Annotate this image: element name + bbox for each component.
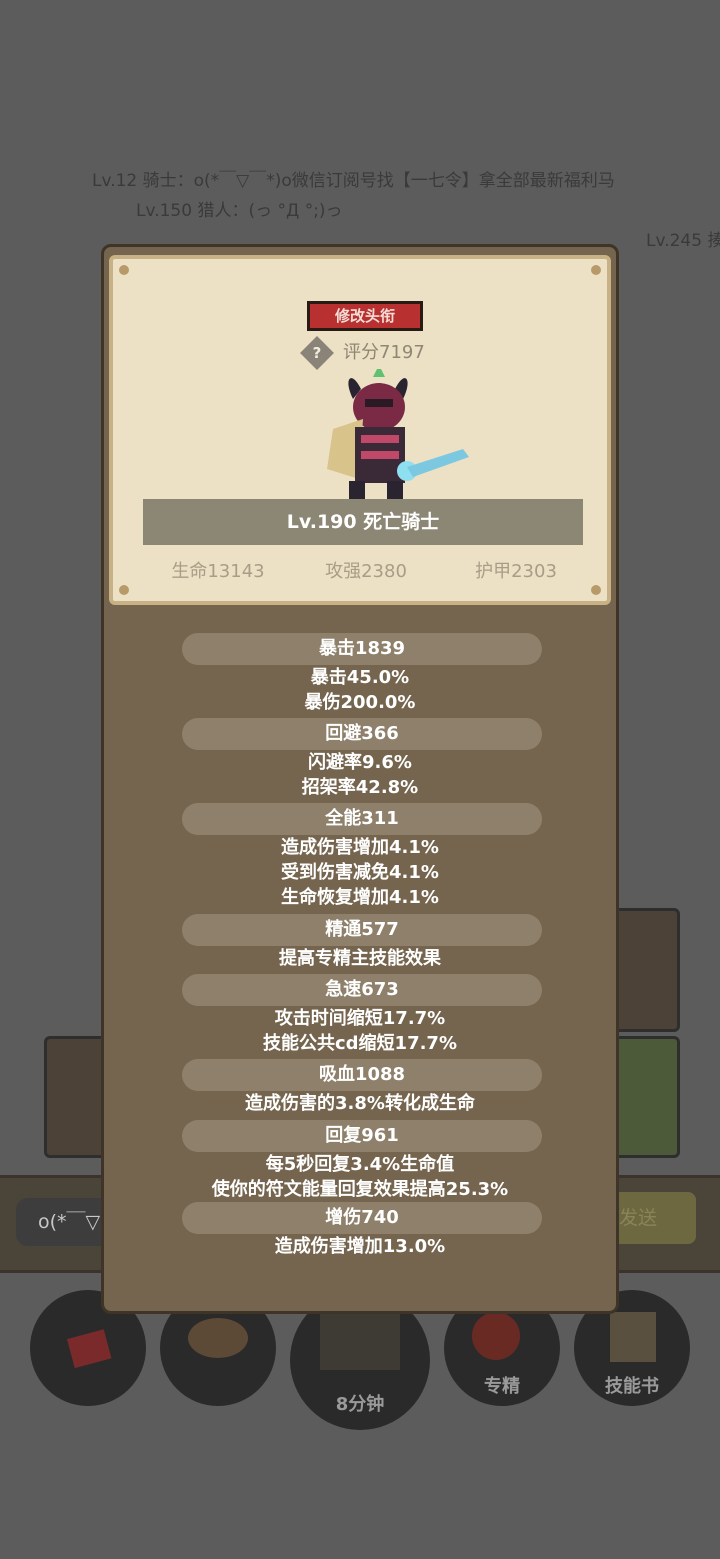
corner-rivet <box>591 265 601 275</box>
specialize-label: 专精 <box>484 1376 520 1397</box>
attribute-line: 暴伤200.0% <box>304 692 416 713</box>
attack-stat: 攻强2380 <box>325 561 407 582</box>
corner-rivet <box>119 265 129 275</box>
armor-stat: 护甲2303 <box>475 561 557 582</box>
attribute-header-lifesteal: 吸血1088 <box>182 1059 542 1091</box>
chat-message-3: Lv.245 揍 <box>646 231 720 251</box>
chat-message-1: Lv.12 骑士：o(*￣▽￣*)o微信订阅号找【一七令】拿全部最新福利马 <box>92 171 615 191</box>
attribute-header-crit: 暴击1839 <box>182 633 542 665</box>
death-knight-avatar <box>327 369 469 501</box>
attribute-header-mastery: 精通577 <box>182 914 542 946</box>
attribute-line: 攻击时间缩短17.7% <box>274 1008 446 1029</box>
attribute-line: 提高专精主技能效果 <box>279 948 441 969</box>
attribute-header-haste: 急速673 <box>182 974 542 1006</box>
attribute-line: 技能公共cd缩短17.7% <box>262 1033 457 1054</box>
attribute-line: 受到伤害减免4.1% <box>281 862 439 883</box>
right-card-top <box>612 908 680 1032</box>
character-header-card: 修改头衔 ? 评分7197 Lv.190 死亡骑士 生命13143 攻强2380… <box>109 255 611 605</box>
character-stats-panel: 修改头衔 ? 评分7197 Lv.190 死亡骑士 生命13143 攻强2380… <box>101 244 619 1314</box>
attribute-line: 造成伤害增加4.1% <box>281 837 439 858</box>
attribute-line: 每5秒回复3.4%生命值 <box>265 1154 455 1175</box>
attribute-header-versatility: 全能311 <box>182 803 542 835</box>
help-icon[interactable]: ? <box>300 336 334 370</box>
attribute-line: 造成伤害增加13.0% <box>274 1236 446 1257</box>
chest-timer: 8分钟 <box>335 1394 385 1415</box>
chat-message-2: Lv.150 猎人：(っ °Д °;)っ <box>136 201 343 221</box>
attribute-header-regen: 回复961 <box>182 1120 542 1152</box>
attribute-line: 闪避率9.6% <box>308 752 412 773</box>
attribute-line: 暴击45.0% <box>310 667 410 688</box>
attribute-header-avoidance: 回避366 <box>182 718 542 750</box>
hp-stat: 生命13143 <box>171 561 265 582</box>
basic-stats: 生命13143 攻强2380 护甲2303 <box>113 557 607 587</box>
character-name-banner: Lv.190 死亡骑士 <box>143 499 583 545</box>
attribute-line: 生命恢复增加4.1% <box>281 887 439 908</box>
right-card-bottom <box>612 1036 680 1158</box>
attribute-header-damage-bonus: 增伤740 <box>182 1202 542 1234</box>
attribute-line: 造成伤害的3.8%转化成生命 <box>245 1093 475 1114</box>
attribute-line: 使你的符文能量回复效果提高25.3% <box>211 1179 509 1200</box>
skillbook-label: 技能书 <box>605 1376 659 1397</box>
score-value: 评分7197 <box>343 342 425 363</box>
attribute-line: 招架率42.8% <box>301 777 419 798</box>
edit-title-button[interactable]: 修改头衔 <box>307 301 423 331</box>
